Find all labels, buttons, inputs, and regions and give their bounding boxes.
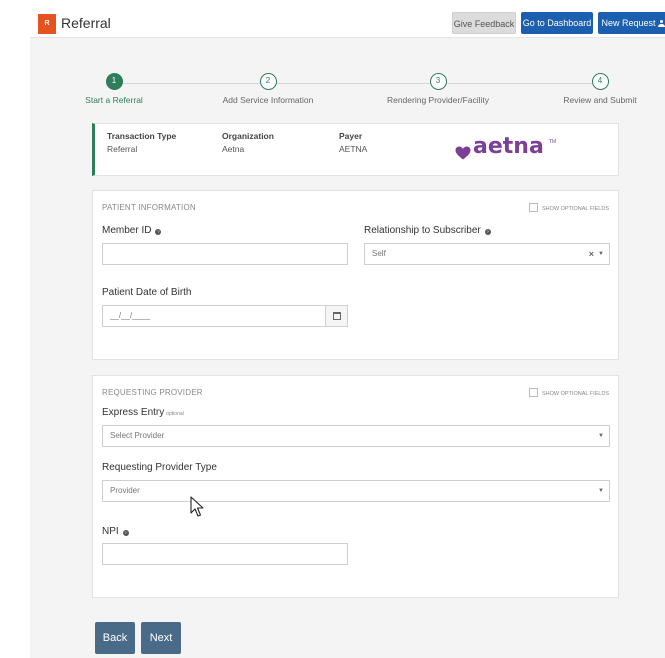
help-icon[interactable]: ? [484, 229, 491, 235]
step-rendering-provider[interactable]: 3 Rendering Provider/Facility [386, 73, 490, 105]
mouse-cursor-icon [190, 496, 204, 517]
show-optional-label: SHOW OPTIONAL FIELDS [541, 391, 609, 397]
member-id-label-text: Member ID [102, 225, 152, 236]
member-id-input[interactable] [102, 243, 348, 265]
help-icon[interactable]: ? [155, 229, 162, 235]
payer-value: AETNA [339, 144, 368, 154]
new-request-button[interactable]: New Request [598, 12, 665, 34]
express-entry-placeholder: Select Provider [110, 431, 165, 440]
express-entry-label: Express Entry optional [102, 407, 184, 418]
transaction-type: Transaction Type Referral [107, 131, 176, 154]
express-entry-label-text: Express Entry [102, 407, 165, 418]
optional-note: optional [166, 411, 184, 417]
calendar-icon [333, 312, 341, 320]
dob-input[interactable]: __/__/____ [102, 305, 348, 327]
npi-label-text: NPI [102, 526, 119, 537]
organization-value: Aetna [222, 144, 245, 154]
step-label: Start a Referral [85, 95, 143, 105]
section-title: REQUESTING PROVIDER [102, 388, 203, 397]
express-entry-select[interactable]: Select Provider ▼ [102, 425, 610, 447]
page-title: Referral [61, 15, 111, 31]
trademark-mark: TM [549, 139, 557, 145]
transaction-summary-card: Transaction Type Referral Organization A… [92, 123, 619, 176]
patient-information-panel: PATIENT INFORMATION SHOW OPTIONAL FIELDS… [92, 190, 619, 360]
provider-type-select[interactable]: Provider ▼ [102, 480, 610, 502]
show-optional-fields-toggle[interactable]: SHOW OPTIONAL FIELDS [528, 388, 609, 397]
checkbox[interactable] [528, 203, 538, 212]
stepper-line [114, 83, 600, 84]
step-label: Add Service Information [222, 95, 314, 105]
go-to-dashboard-button[interactable]: Go to Dashboard [521, 12, 593, 34]
new-request-label: New Request [601, 18, 656, 28]
chevron-down-icon[interactable]: ▼ [598, 244, 604, 264]
transaction-type-value: Referral [107, 144, 138, 154]
give-feedback-button[interactable]: Give Feedback [452, 12, 516, 34]
calendar-button[interactable] [325, 306, 347, 326]
dob-label: Patient Date of Birth [102, 287, 192, 298]
relationship-select[interactable]: Self × ▼ [364, 243, 610, 265]
step-number: 1 [105, 73, 123, 90]
organization-label: Organization [222, 131, 274, 141]
requesting-provider-panel: REQUESTING PROVIDER SHOW OPTIONAL FIELDS… [92, 375, 619, 598]
show-optional-label: SHOW OPTIONAL FIELDS [541, 206, 609, 212]
aetna-wordmark: aetna [473, 134, 544, 159]
show-optional-fields-toggle[interactable]: SHOW OPTIONAL FIELDS [528, 203, 609, 212]
provider-type-label: Requesting Provider Type [102, 462, 217, 473]
header-bar: R Referral Give Feedback Go to Dashboard… [30, 10, 665, 38]
section-title: PATIENT INFORMATION [102, 203, 196, 212]
npi-label: NPI? [102, 526, 129, 537]
back-button[interactable]: Back [95, 622, 135, 654]
provider-type-value: Provider [110, 486, 140, 495]
next-button[interactable]: Next [141, 622, 181, 654]
relationship-label: Relationship to Subscriber? [364, 225, 491, 236]
step-review-submit[interactable]: 4 Review and Submit [562, 73, 638, 105]
chevron-down-icon[interactable]: ▼ [598, 426, 604, 446]
step-start-referral[interactable]: 1 Start a Referral [82, 73, 146, 105]
clear-icon[interactable]: × [589, 244, 594, 264]
checkbox[interactable] [528, 388, 538, 397]
step-number: 4 [591, 73, 609, 90]
heart-icon [455, 146, 471, 160]
aetna-logo: aetna TM [455, 134, 565, 165]
step-number: 2 [259, 73, 277, 90]
payer: Payer AETNA [339, 131, 367, 154]
chevron-down-icon[interactable]: ▼ [598, 481, 604, 501]
person-icon [657, 20, 665, 27]
app-window: R Referral Give Feedback Go to Dashboard… [30, 10, 665, 658]
payer-label: Payer [339, 131, 363, 141]
organization: Organization Aetna [222, 131, 274, 154]
help-icon[interactable]: ? [122, 530, 129, 536]
step-number: 3 [429, 73, 447, 90]
transaction-type-label: Transaction Type [107, 131, 177, 141]
step-label: Rendering Provider/Facility [386, 95, 490, 105]
progress-stepper: 1 Start a Referral 2 Add Service Informa… [30, 70, 665, 120]
relationship-label-text: Relationship to Subscriber [364, 225, 481, 236]
app-logo: R [38, 14, 56, 34]
step-add-service-information[interactable]: 2 Add Service Information [218, 73, 318, 105]
dob-placeholder: __/__/____ [110, 311, 151, 320]
member-id-label: Member ID? [102, 225, 162, 236]
step-label: Review and Submit [563, 95, 637, 105]
npi-input[interactable] [102, 543, 348, 565]
relationship-value: Self [372, 249, 386, 258]
